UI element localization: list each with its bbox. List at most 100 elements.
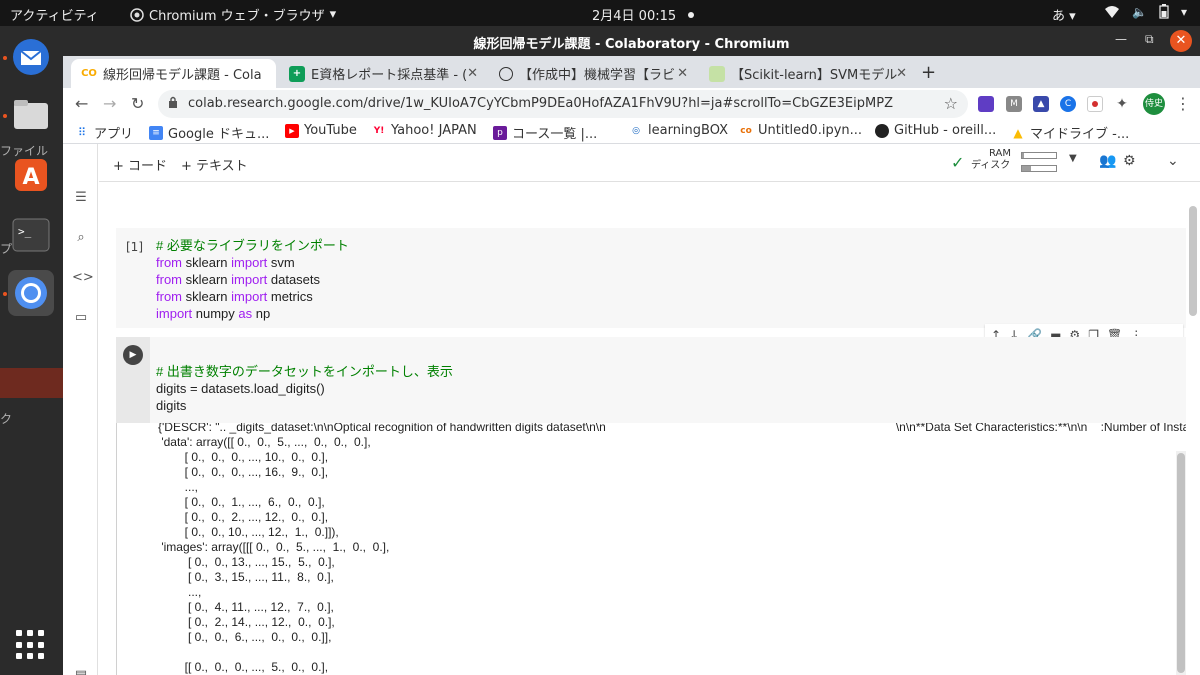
code-cell-2[interactable]: ▶ # 出書き数字のデータセットをインポートし、表示 digits = datas…: [116, 337, 1186, 423]
new-tab-button[interactable]: +: [921, 62, 936, 83]
desktop-wallpaper-strip: [0, 368, 63, 398]
page-scrollbar[interactable]: [1189, 206, 1197, 316]
close-tab-icon[interactable]: ✕: [467, 66, 478, 81]
resource-indicator[interactable]: RAM ディスク: [971, 148, 1011, 172]
close-tab-icon[interactable]: ✕: [677, 66, 688, 81]
output-scrollbar[interactable]: [1176, 451, 1186, 675]
table-of-contents-icon[interactable]: ☰: [72, 190, 90, 208]
bookmark-label: アプリ: [94, 127, 134, 142]
tab-label: E資格レポート採点基準 - (: [311, 68, 468, 83]
code-comment: # 必要なライブラリをインポート: [156, 238, 349, 253]
extension-icon[interactable]: [978, 96, 994, 112]
profile-avatar[interactable]: 侍史: [1143, 93, 1165, 115]
drive-icon: ▲: [1013, 125, 1023, 140]
tab-label: 【Scikit-learn】SVMモデル: [731, 68, 898, 83]
gmail-extension-icon[interactable]: M: [1006, 96, 1022, 112]
dock-terminal[interactable]: >_: [8, 212, 54, 258]
svg-text:A: A: [22, 165, 39, 190]
dock-thunderbird[interactable]: [8, 34, 54, 80]
youtube-icon: ▶: [285, 123, 299, 138]
bookmark-google-docs[interactable]: ≡ Google ドキュ...: [149, 123, 269, 142]
close-tab-icon[interactable]: ✕: [896, 66, 907, 81]
reload-button[interactable]: ↻: [131, 94, 144, 113]
code-cell-1[interactable]: [1] # 必要なライブラリをインポート from sklearn import …: [116, 228, 1186, 328]
add-code-button[interactable]: + コード: [113, 155, 167, 174]
bookmark-course-list[interactable]: p コース一覧 |...: [493, 123, 597, 142]
folder-icon[interactable]: ▭: [72, 310, 90, 328]
collapse-chevron-icon[interactable]: ⌄: [1167, 153, 1179, 169]
dock-files[interactable]: [8, 92, 54, 138]
terminal-icon: >_: [12, 218, 50, 252]
bookmark-untitled0[interactable]: co Untitled0.ipyn...: [739, 123, 862, 138]
activities-button[interactable]: アクティビティ: [10, 5, 99, 24]
puzzle-extensions-icon[interactable]: ✦: [1114, 96, 1130, 112]
cell-output: {'DESCR': ".. _digits_dataset:\n\nOptica…: [116, 423, 1186, 675]
forward-button[interactable]: →: [103, 94, 116, 113]
tab-notion[interactable]: 【作成中】機械学習【ラビ ✕: [489, 59, 694, 88]
tab-colab[interactable]: CO 線形回帰モデル課題 - Cola: [71, 59, 276, 88]
system-tray[interactable]: 🔈 ▾: [1104, 4, 1187, 19]
tab-strip: CO 線形回帰モデル課題 - Cola + E資格レポート採点基準 - ( ✕ …: [63, 56, 1200, 88]
show-applications-icon[interactable]: [16, 630, 46, 660]
code-editor[interactable]: # 出書き数字のデータセットをインポートし、表示 digits = dataset…: [156, 363, 453, 414]
chromium-icon: [130, 7, 144, 22]
bookmark-my-drive[interactable]: ▲ マイドライブ -...: [1011, 123, 1129, 143]
notification-dot-icon: [688, 11, 695, 18]
output-scrollbar-thumb[interactable]: [1177, 453, 1185, 673]
clock-text: 2月4日 00:15: [592, 9, 677, 24]
tab-scikit[interactable]: 【Scikit-learn】SVMモデル ✕: [699, 59, 913, 88]
input-method-indicator[interactable]: あ ▾: [1052, 5, 1076, 24]
app-menu[interactable]: Chromium ウェブ・ブラウザ ▾: [130, 5, 336, 24]
app-menu-label: Chromium ウェブ・ブラウザ: [149, 9, 325, 24]
window-title: 線形回帰モデル課題 - Colaboratory - Chromium: [473, 37, 790, 52]
menu-kebab-icon[interactable]: ⋮: [1175, 94, 1191, 113]
code-editor[interactable]: # 必要なライブラリをインポート from sklearn import svm f…: [156, 237, 349, 322]
bookmark-apps[interactable]: ⠿ アプリ: [75, 123, 134, 143]
thunderbird-icon: [13, 39, 49, 75]
window-titlebar[interactable]: 線形回帰モデル課題 - Colaboratory - Chromium — ⧉ …: [63, 26, 1200, 56]
bookmark-learningbox[interactable]: ◎ learningBOX: [629, 123, 728, 138]
terminal-panel-icon[interactable]: ▤: [72, 668, 90, 675]
settings-gear-icon[interactable]: ⚙: [1123, 153, 1136, 169]
share-people-icon[interactable]: 👥: [1099, 153, 1116, 169]
ram-label: RAM: [989, 148, 1012, 159]
sheets-icon: +: [289, 65, 305, 82]
system-menu-chevron-icon: ▾: [1180, 4, 1187, 19]
browser-toolbar: ← → ↻ colab.research.google.com/drive/1w…: [63, 88, 1200, 120]
bookmark-star-icon[interactable]: ☆: [944, 94, 958, 113]
maximize-icon[interactable]: ⧉: [1145, 32, 1154, 47]
tab-sheets[interactable]: + E資格レポート採点基準 - ( ✕: [279, 59, 484, 88]
add-text-button[interactable]: + テキスト: [181, 155, 248, 174]
close-window-icon[interactable]: ✕: [1170, 30, 1192, 52]
address-bar[interactable]: colab.research.google.com/drive/1w_KUIoA…: [158, 90, 968, 118]
running-indicator-icon: [3, 56, 7, 60]
output-text: {'DESCR': ".. _digits_dataset:\n\nOptica…: [158, 423, 1186, 674]
record-extension-icon[interactable]: [1087, 96, 1103, 112]
bookmark-yahoo[interactable]: Y! Yahoo! JAPAN: [372, 123, 477, 138]
code-line: from sklearn import svm: [156, 255, 295, 270]
clock[interactable]: 2月4日 00:15: [592, 5, 695, 24]
ubuntu-top-bar: アクティビティ Chromium ウェブ・ブラウザ ▾ 2月4日 00:15 あ…: [0, 0, 1200, 26]
back-button[interactable]: ←: [75, 94, 88, 113]
c-extension-icon[interactable]: C: [1060, 96, 1076, 112]
files-icon: [14, 100, 48, 129]
docs-icon: ≡: [149, 125, 163, 140]
run-cell-button[interactable]: ▶: [123, 345, 143, 365]
runtime-dropdown-icon[interactable]: ▼: [1069, 153, 1077, 164]
school-extension-icon[interactable]: ▲: [1033, 96, 1049, 112]
yahoo-icon: Y!: [373, 125, 385, 136]
search-icon[interactable]: ⌕: [72, 230, 90, 248]
dock-software[interactable]: A: [8, 152, 54, 198]
minimize-icon[interactable]: —: [1115, 32, 1127, 46]
dock-chromium[interactable]: [8, 270, 54, 316]
software-center-icon: A: [15, 159, 47, 191]
bookmark-label: Yahoo! JAPAN: [391, 123, 477, 138]
ram-meter-fill: [1022, 153, 1024, 158]
bookmark-label: コース一覧 |...: [512, 127, 598, 142]
code-snippets-icon[interactable]: <>: [72, 270, 94, 288]
bookmark-github[interactable]: GitHub - oreill...: [875, 123, 996, 138]
volume-icon: 🔈: [1132, 4, 1147, 19]
bookmark-youtube[interactable]: ▶ YouTube: [285, 123, 357, 138]
desktop-label: プ: [0, 242, 13, 256]
running-indicator-icon: [3, 292, 7, 296]
